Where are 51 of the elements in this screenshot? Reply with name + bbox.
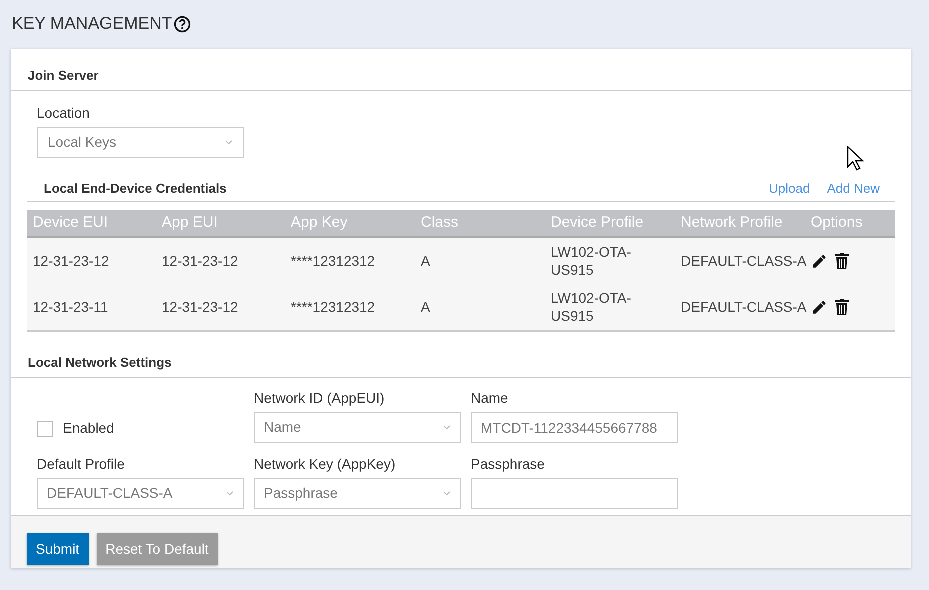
chevron-down-icon: [226, 490, 234, 496]
field-label: Network ID (AppEUI): [254, 389, 386, 408]
table-cell-text: A: [421, 298, 432, 316]
input-field[interactable]: [471, 478, 678, 508]
chevron-down-icon: [443, 490, 451, 496]
column-header: Options: [811, 212, 864, 233]
table-cell-text: LW102-OTA-US915: [551, 289, 632, 325]
section-title: Join Server: [28, 66, 99, 84]
mouse-pointer-icon: [847, 146, 865, 172]
select-field[interactable]: Name: [254, 412, 461, 443]
edit-icon[interactable]: [811, 252, 828, 270]
table-cell-text: ****12312312: [291, 298, 376, 316]
table-cell-text: LW102-OTA-US915: [551, 243, 632, 279]
action-link[interactable]: Upload: [769, 178, 810, 198]
field-label: Name: [471, 389, 510, 408]
table-cell-text: DEFAULT-CLASS-A: [681, 252, 808, 270]
column-header: Class: [421, 212, 460, 233]
input-field[interactable]: MTCDT-1122334455667788: [471, 412, 678, 443]
table-cell-text: ****12312312: [291, 252, 376, 270]
submit-button[interactable]: Submit: [27, 533, 89, 565]
table-cell-text: 12-31-23-12: [33, 252, 110, 270]
trash-icon[interactable]: [835, 298, 849, 316]
column-header: App EUI: [162, 212, 219, 233]
field-label: Location: [37, 104, 91, 123]
checkbox[interactable]: [37, 420, 53, 437]
select-field[interactable]: Passphrase: [254, 478, 461, 508]
action-link[interactable]: Add New: [827, 178, 880, 198]
table-cell-text: 12-31-23-11: [33, 298, 110, 316]
field-label: Passphrase: [471, 454, 546, 474]
location-select[interactable]: Local Keys: [37, 127, 244, 158]
section-title: Local Network Settings: [28, 354, 172, 372]
table-cell-text: A: [421, 252, 432, 270]
column-header: App Key: [291, 212, 349, 233]
column-header: Device Profile: [551, 212, 645, 233]
field-label: Network Key (AppKey): [254, 454, 397, 474]
trash-icon[interactable]: [835, 252, 849, 270]
table-cell-text: 12-31-23-12: [162, 298, 240, 316]
section-title: Local End-Device Credentials: [43, 180, 227, 198]
page-title: KEY MANAGEMENT: [12, 13, 172, 36]
table-cell-text: DEFAULT-CLASS-A: [681, 298, 808, 316]
chevron-down-icon: [225, 140, 233, 145]
edit-icon[interactable]: [811, 298, 828, 316]
chevron-down-icon: [443, 425, 451, 430]
help-icon[interactable]: [174, 16, 192, 32]
checkbox-label: Enabled: [63, 419, 114, 438]
column-header: Device EUI: [33, 212, 110, 233]
select-field[interactable]: DEFAULT-CLASS-A: [37, 478, 244, 508]
column-header: Network Profile: [681, 212, 784, 233]
reset-button[interactable]: Reset To Default: [96, 533, 218, 565]
table-cell-text: 12-31-23-12: [162, 252, 240, 270]
field-label: Default Profile: [37, 454, 126, 474]
